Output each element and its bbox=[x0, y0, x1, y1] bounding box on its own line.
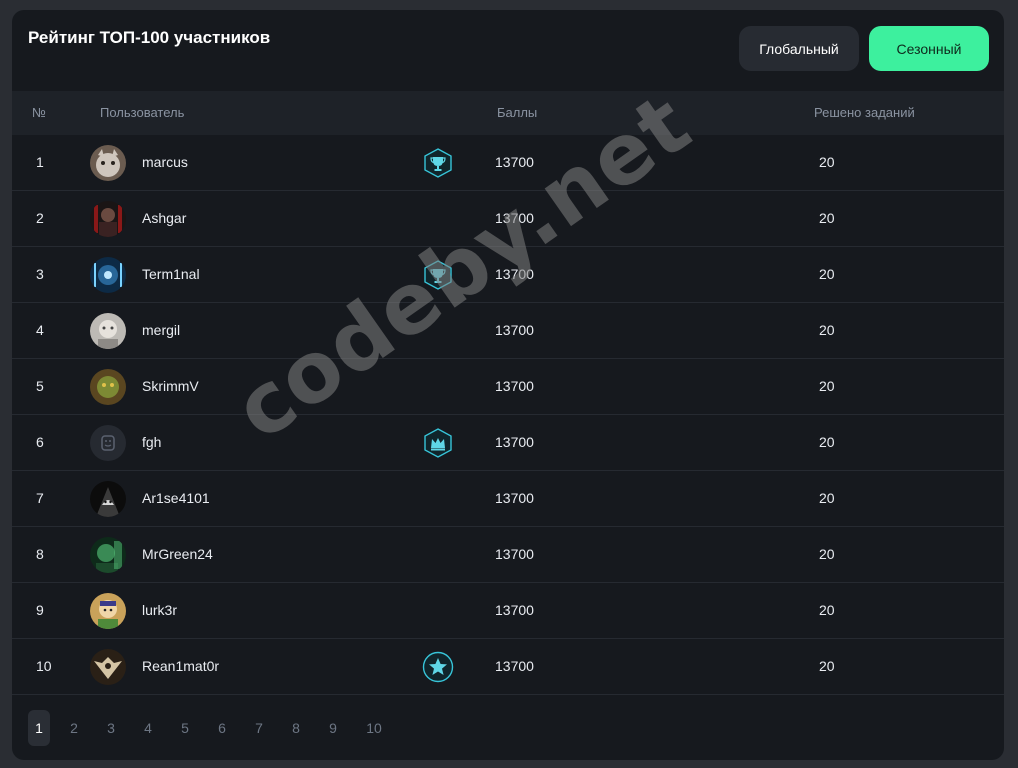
column-solved[interactable]: Решено заданий bbox=[814, 105, 915, 120]
username-link[interactable]: SkrimmV bbox=[142, 359, 199, 414]
avatar[interactable] bbox=[90, 257, 126, 293]
username-link[interactable]: lurk3r bbox=[142, 583, 177, 638]
page-5-link[interactable]: 5 bbox=[174, 710, 196, 746]
page-2-link[interactable]: 2 bbox=[63, 710, 85, 746]
season-tab-button[interactable]: Сезонный bbox=[869, 26, 989, 71]
points-value: 13700 bbox=[495, 490, 534, 506]
points-value: 13700 bbox=[495, 434, 534, 450]
page-10-link[interactable]: 10 bbox=[359, 710, 389, 746]
table-row[interactable]: 3 Term1nal 13700 20 bbox=[12, 247, 1004, 303]
rank-value: 7 bbox=[36, 490, 44, 506]
avatar[interactable] bbox=[90, 313, 126, 349]
avatar[interactable] bbox=[90, 369, 126, 405]
column-points[interactable]: Баллы bbox=[497, 105, 537, 120]
rank-value: 9 bbox=[36, 602, 44, 618]
column-user[interactable]: Пользователь bbox=[100, 105, 184, 120]
points-value: 13700 bbox=[495, 154, 534, 170]
rank-value: 3 bbox=[36, 266, 44, 282]
table-row[interactable]: 1 marcus 13700 20 bbox=[12, 135, 1004, 191]
page-6-link[interactable]: 6 bbox=[211, 710, 233, 746]
rank-value: 8 bbox=[36, 546, 44, 562]
page-9-link[interactable]: 9 bbox=[322, 710, 344, 746]
username-link[interactable]: Ar1se4101 bbox=[142, 471, 210, 526]
table-row[interactable]: 9 lurk3r 13700 20 bbox=[12, 583, 1004, 639]
table-row[interactable]: 5 SkrimmV 13700 20 bbox=[12, 359, 1004, 415]
avatar[interactable] bbox=[90, 201, 126, 237]
avatar[interactable] bbox=[90, 537, 126, 573]
page-title: Рейтинг ТОП-100 участников bbox=[28, 28, 271, 47]
crown-icon bbox=[423, 428, 453, 458]
solved-value: 20 bbox=[819, 378, 835, 394]
points-value: 13700 bbox=[495, 266, 534, 282]
page-4-link[interactable]: 4 bbox=[137, 710, 159, 746]
username-link[interactable]: mergil bbox=[142, 303, 180, 358]
column-rank: № bbox=[32, 105, 46, 120]
rating-panel: Рейтинг ТОП-100 участников Глобальный Се… bbox=[12, 10, 1004, 760]
global-tab-button[interactable]: Глобальный bbox=[739, 26, 859, 71]
username-link[interactable]: Term1nal bbox=[142, 247, 200, 302]
page-3-link[interactable]: 3 bbox=[100, 710, 122, 746]
username-link[interactable]: Rean1mat0r bbox=[142, 639, 219, 694]
points-value: 13700 bbox=[495, 546, 534, 562]
username-link[interactable]: Ashgar bbox=[142, 191, 186, 246]
rank-value: 1 bbox=[36, 154, 44, 170]
solved-value: 20 bbox=[819, 154, 835, 170]
points-value: 13700 bbox=[495, 378, 534, 394]
page-1-link[interactable]: 1 bbox=[28, 710, 50, 746]
solved-value: 20 bbox=[819, 546, 835, 562]
avatar[interactable] bbox=[90, 425, 126, 461]
rank-value: 10 bbox=[36, 658, 52, 674]
table-row[interactable]: 6 fgh 13700 20 bbox=[12, 415, 1004, 471]
avatar[interactable] bbox=[90, 649, 126, 685]
username-link[interactable]: fgh bbox=[142, 415, 161, 470]
star-icon bbox=[422, 651, 454, 683]
table-row[interactable]: 4 mergil 13700 20 bbox=[12, 303, 1004, 359]
table-row[interactable]: 2 Ashgar 13700 20 bbox=[12, 191, 1004, 247]
trophy-icon bbox=[423, 148, 453, 178]
solved-value: 20 bbox=[819, 210, 835, 226]
table-body: 1 marcus 13700 20 2 Ashgar 13700 20 3 Term1nal 137… bbox=[12, 135, 1004, 695]
avatar[interactable] bbox=[90, 481, 126, 517]
solved-value: 20 bbox=[819, 490, 835, 506]
page-8-link[interactable]: 8 bbox=[285, 710, 307, 746]
solved-value: 20 bbox=[819, 602, 835, 618]
trophy-icon bbox=[423, 260, 453, 290]
points-value: 13700 bbox=[495, 322, 534, 338]
solved-value: 20 bbox=[819, 322, 835, 338]
table-row[interactable]: 8 MrGreen24 13700 20 bbox=[12, 527, 1004, 583]
rank-value: 5 bbox=[36, 378, 44, 394]
points-value: 13700 bbox=[495, 602, 534, 618]
solved-value: 20 bbox=[819, 266, 835, 282]
points-value: 13700 bbox=[495, 210, 534, 226]
avatar[interactable] bbox=[90, 145, 126, 181]
solved-value: 20 bbox=[819, 434, 835, 450]
points-value: 13700 bbox=[495, 658, 534, 674]
table-header: № Пользователь Баллы Решено заданий bbox=[12, 91, 1004, 135]
avatar[interactable] bbox=[90, 593, 126, 629]
rank-value: 2 bbox=[36, 210, 44, 226]
rank-value: 6 bbox=[36, 434, 44, 450]
rank-value: 4 bbox=[36, 322, 44, 338]
solved-value: 20 bbox=[819, 658, 835, 674]
page-7-link[interactable]: 7 bbox=[248, 710, 270, 746]
username-link[interactable]: marcus bbox=[142, 135, 188, 190]
username-link[interactable]: MrGreen24 bbox=[142, 527, 213, 582]
table-row[interactable]: 10 Rean1mat0r 13700 20 bbox=[12, 639, 1004, 695]
table-row[interactable]: 7 Ar1se4101 13700 20 bbox=[12, 471, 1004, 527]
